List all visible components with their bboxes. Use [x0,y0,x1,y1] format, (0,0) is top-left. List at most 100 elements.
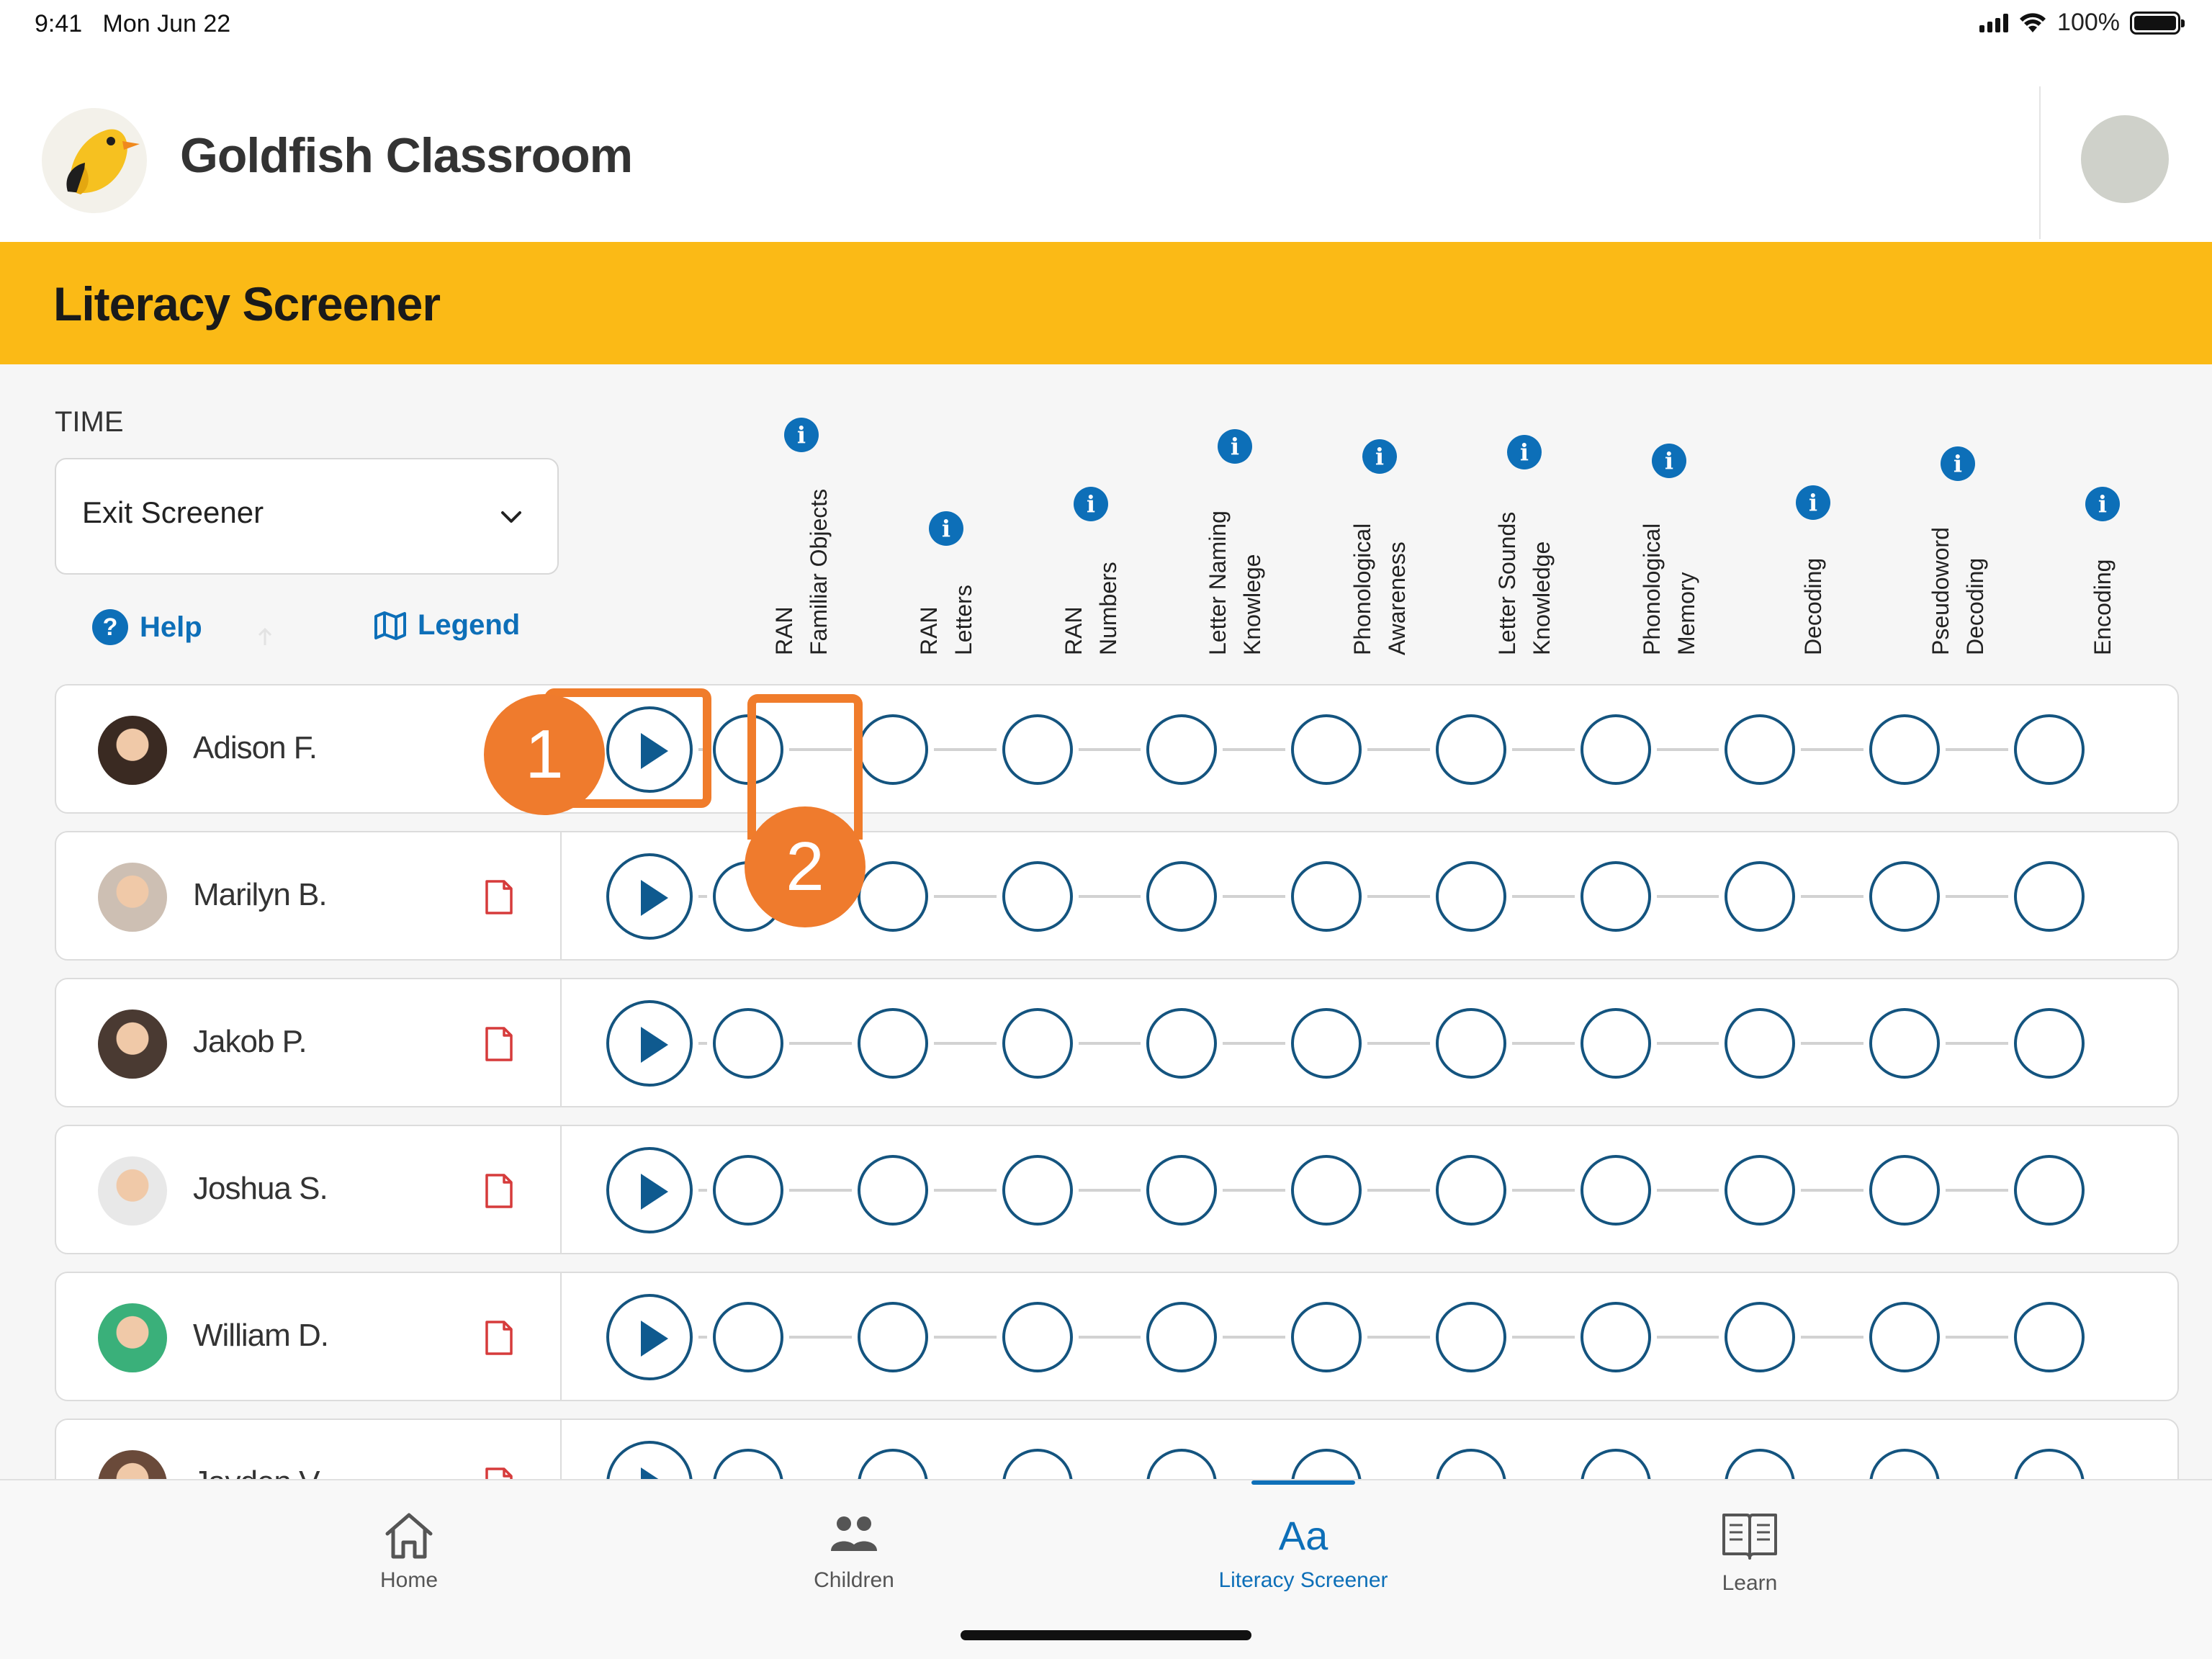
column-label-line1: Phonological [1349,523,1375,655]
assessment-step[interactable] [1436,1155,1506,1226]
assessment-step[interactable] [858,861,928,932]
info-icon[interactable]: i [1074,487,1108,521]
profile-avatar[interactable] [2081,115,2169,203]
info-icon[interactable]: i [1796,485,1830,520]
play-icon[interactable] [606,1441,693,1479]
assessment-step[interactable] [713,1449,783,1479]
assessment-step[interactable] [2014,714,2085,785]
assessment-step[interactable] [858,714,928,785]
document-icon[interactable] [484,1466,514,1479]
assessment-step[interactable] [1869,1155,1940,1226]
time-dropdown[interactable]: Exit Screener [55,458,559,575]
assessment-step[interactable] [1146,1302,1217,1372]
assessment-step[interactable] [713,1302,783,1372]
assessment-step[interactable] [1291,861,1362,932]
assessment-step[interactable] [1146,861,1217,932]
assessment-step[interactable] [1725,1008,1795,1079]
assessment-step[interactable] [1869,1302,1940,1372]
assessment-step[interactable] [858,1008,928,1079]
assessment-step[interactable] [1291,1449,1362,1479]
play-icon[interactable] [606,1294,693,1380]
info-icon[interactable]: i [929,511,963,546]
legend-button[interactable]: Legend [373,609,520,642]
assessment-step[interactable] [1869,714,1940,785]
assessment-step[interactable] [1291,1008,1362,1079]
assessment-step[interactable] [2014,861,2085,932]
info-icon[interactable]: i [1362,439,1397,474]
assessment-step[interactable] [1146,1449,1217,1479]
step-connector [1946,895,2008,898]
assessment-step[interactable] [1436,1449,1506,1479]
student-row[interactable]: Jayden V. [55,1419,2179,1479]
assessment-step[interactable] [2014,1449,2085,1479]
assessment-step[interactable] [1581,714,1651,785]
student-row[interactable]: Adison F. [55,684,2179,814]
student-row[interactable]: Jakob P. [55,978,2179,1107]
assessment-step[interactable] [1581,1008,1651,1079]
assessment-step[interactable] [1146,1155,1217,1226]
info-icon[interactable]: i [2085,487,2120,521]
tab-literacy-screener[interactable]: Aa Literacy Screener [1195,1509,1411,1593]
assessment-step[interactable] [1869,861,1940,932]
assessment-step[interactable] [1002,714,1073,785]
info-icon[interactable]: i [784,418,819,452]
assessment-step[interactable] [1002,1449,1073,1479]
assessment-step[interactable] [2014,1155,2085,1226]
assessment-step[interactable] [2014,1008,2085,1079]
tab-home[interactable]: Home [301,1509,517,1593]
step-connector [934,895,997,898]
assessment-step[interactable] [1291,1302,1362,1372]
status-clock: 9:41 [35,10,83,37]
step-connector [698,895,707,898]
assessment-step[interactable] [1725,1449,1795,1479]
assessment-step[interactable] [1002,1302,1073,1372]
assessment-step[interactable] [1002,1008,1073,1079]
info-icon[interactable]: i [1652,444,1686,478]
student-row[interactable]: Joshua S. [55,1125,2179,1254]
assessment-step[interactable] [1725,714,1795,785]
assessment-step[interactable] [1581,1302,1651,1372]
assessment-step[interactable] [1436,1008,1506,1079]
student-row[interactable]: William D. [55,1272,2179,1401]
tab-learn[interactable]: Learn [1642,1509,1858,1596]
help-button[interactable]: ? Help [92,609,202,645]
assessment-step[interactable] [1581,1155,1651,1226]
tab-children[interactable]: Children [746,1509,962,1593]
assessment-step[interactable] [858,1155,928,1226]
assessment-step[interactable] [1869,1008,1940,1079]
assessment-step[interactable] [1146,1008,1217,1079]
play-icon[interactable] [606,853,693,940]
assessment-step[interactable] [1436,861,1506,932]
document-icon[interactable] [484,1319,514,1357]
assessment-step[interactable] [1436,1302,1506,1372]
play-icon[interactable] [606,1000,693,1087]
column-header: i Encoding [2031,403,2175,655]
assessment-step[interactable] [1291,714,1362,785]
assessment-step[interactable] [1725,861,1795,932]
assessment-step[interactable] [1146,714,1217,785]
assessment-step[interactable] [858,1449,928,1479]
assessment-step[interactable] [2014,1302,2085,1372]
assessment-step[interactable] [1436,714,1506,785]
assessment-step[interactable] [1725,1302,1795,1372]
assessment-step[interactable] [1002,1155,1073,1226]
document-icon[interactable] [484,878,514,916]
student-row[interactable]: Marilyn B. [55,831,2179,961]
assessment-step[interactable] [1581,861,1651,932]
assessment-step[interactable] [858,1302,928,1372]
assessment-step[interactable] [713,1008,783,1079]
assessment-step[interactable] [1581,1449,1651,1479]
assessment-step[interactable] [713,1155,783,1226]
document-icon[interactable] [484,1172,514,1210]
status-bar: 9:41 Mon Jun 22 100% [0,0,2212,50]
column-header: i Letter Sounds Knowledge [1452,403,1596,655]
assessment-step[interactable] [1869,1449,1940,1479]
assessment-step[interactable] [1291,1155,1362,1226]
play-icon[interactable] [606,1147,693,1233]
document-icon[interactable] [484,1025,514,1063]
assessment-step[interactable] [1725,1155,1795,1226]
assessment-step[interactable] [1002,861,1073,932]
info-icon[interactable]: i [1507,435,1542,469]
info-icon[interactable]: i [1218,429,1252,464]
info-icon[interactable]: i [1941,446,1975,481]
